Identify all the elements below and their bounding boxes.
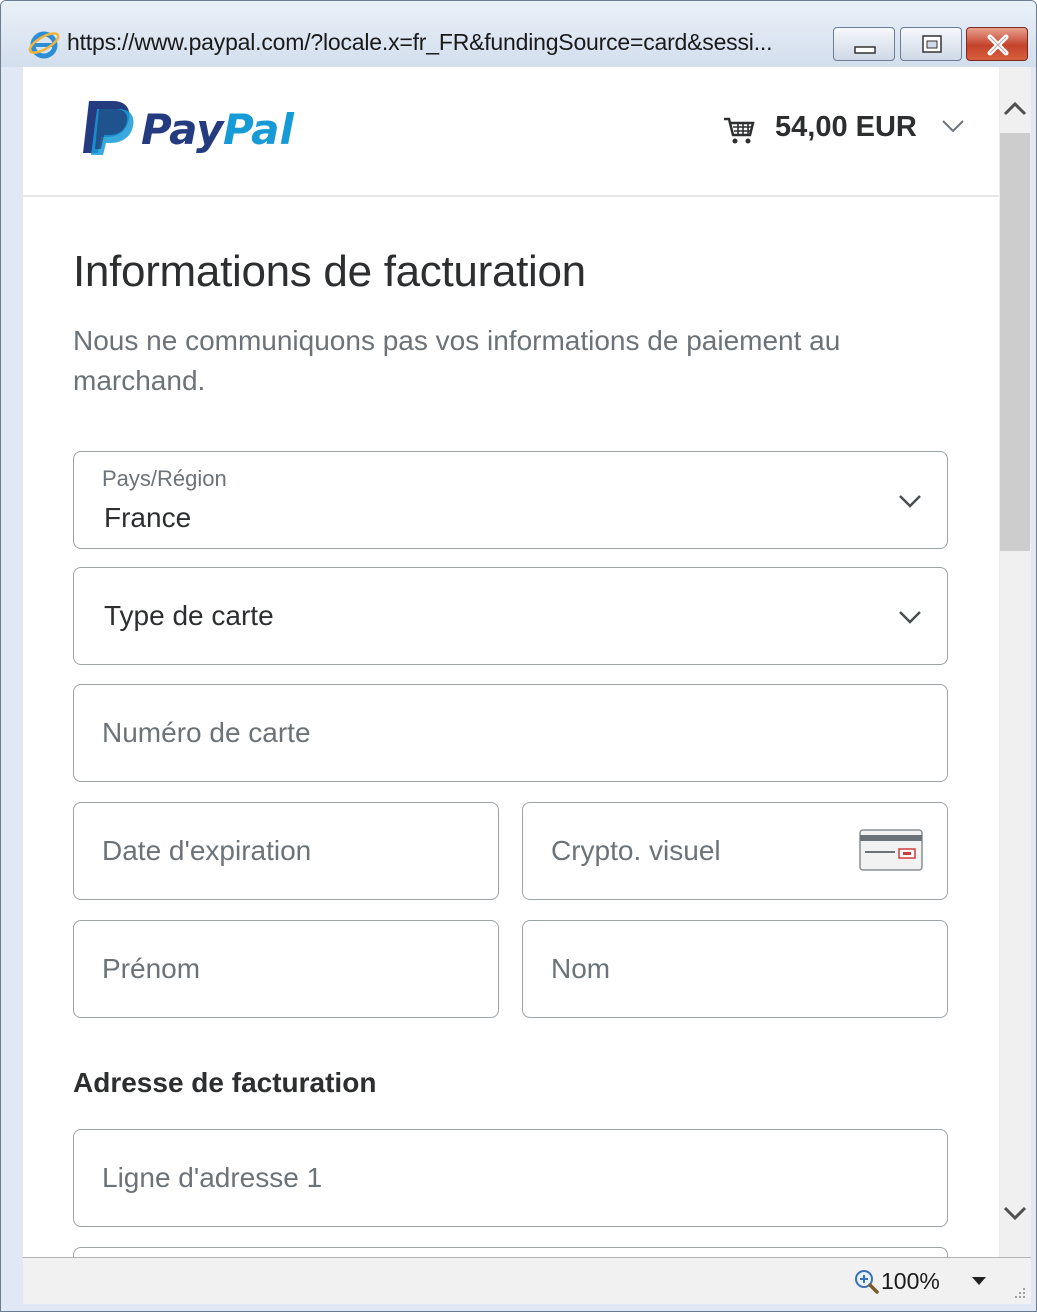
cart-icon bbox=[724, 117, 755, 144]
status-bar: 100% bbox=[23, 1257, 1031, 1304]
billing-address-heading: Adresse de facturation bbox=[73, 1067, 377, 1098]
chevron-down-icon bbox=[899, 611, 921, 624]
zoom-icon[interactable] bbox=[853, 1268, 879, 1294]
zoom-level[interactable]: 100% bbox=[881, 1268, 940, 1295]
cart-amount[interactable]: 54,00 EUR bbox=[775, 111, 917, 144]
vertical-scrollbar[interactable] bbox=[999, 67, 1031, 1257]
svg-text:Pal: Pal bbox=[223, 105, 294, 154]
page-description: Nous ne communiquons pas vos information… bbox=[73, 325, 841, 396]
scrollbar-thumb[interactable] bbox=[1000, 133, 1030, 551]
resize-grip-icon[interactable] bbox=[1013, 1286, 1027, 1300]
title-bar: https://www.paypal.com/?locale.x=fr_FR&f… bbox=[1, 1, 1036, 67]
country-select[interactable]: Pays/Région France bbox=[73, 451, 948, 549]
card-type-value: Type de carte bbox=[104, 600, 274, 631]
minimize-icon bbox=[854, 46, 876, 54]
address-line-1-input[interactable]: Ligne d'adresse 1 bbox=[73, 1129, 948, 1227]
scroll-down-arrow-icon[interactable] bbox=[999, 1191, 1031, 1257]
card-number-input[interactable]: Numéro de carte bbox=[73, 684, 948, 782]
page-title: Informations de facturation bbox=[73, 247, 586, 296]
address-line-2-input[interactable] bbox=[73, 1247, 948, 1257]
close-icon bbox=[987, 34, 1009, 56]
card-number-placeholder: Numéro de carte bbox=[102, 717, 311, 748]
zoom-dropdown-arrow-icon[interactable] bbox=[971, 1276, 987, 1286]
maximize-icon bbox=[922, 35, 942, 53]
country-label: Pays/Région bbox=[102, 466, 227, 491]
chevron-down-icon bbox=[899, 495, 921, 508]
browser-window: https://www.paypal.com/?locale.x=fr_FR&f… bbox=[0, 0, 1037, 1312]
cvv-input[interactable]: Crypto. visuel bbox=[522, 802, 948, 900]
first-name-placeholder: Prénom bbox=[102, 953, 201, 984]
country-value: France bbox=[104, 502, 192, 533]
scroll-up-arrow-icon[interactable] bbox=[999, 67, 1031, 133]
maximize-button[interactable] bbox=[900, 27, 962, 61]
window-url: https://www.paypal.com/?locale.x=fr_FR&f… bbox=[67, 29, 773, 55]
page-content: Pay Pal 54,00 EUR Informations de factur… bbox=[23, 67, 999, 1257]
card-type-select[interactable]: Type de carte bbox=[73, 567, 948, 665]
first-name-input[interactable]: Prénom bbox=[73, 920, 499, 1018]
address-line-1-placeholder: Ligne d'adresse 1 bbox=[102, 1162, 323, 1193]
paypal-logo: Pay Pal bbox=[83, 101, 294, 155]
last-name-placeholder: Nom bbox=[551, 953, 611, 984]
last-name-input[interactable]: Nom bbox=[522, 920, 948, 1018]
svg-text:Pay: Pay bbox=[141, 105, 225, 154]
internet-explorer-icon bbox=[28, 31, 60, 59]
minimize-button[interactable] bbox=[833, 27, 895, 61]
close-button[interactable] bbox=[966, 27, 1028, 61]
expiry-date-placeholder: Date d'expiration bbox=[102, 835, 312, 866]
expiry-date-input[interactable]: Date d'expiration bbox=[73, 802, 499, 900]
chevron-down-icon[interactable] bbox=[941, 117, 965, 135]
card-security-code-icon bbox=[859, 829, 923, 871]
cvv-placeholder: Crypto. visuel bbox=[551, 835, 721, 866]
paypal-header: Pay Pal 54,00 EUR bbox=[23, 67, 999, 197]
